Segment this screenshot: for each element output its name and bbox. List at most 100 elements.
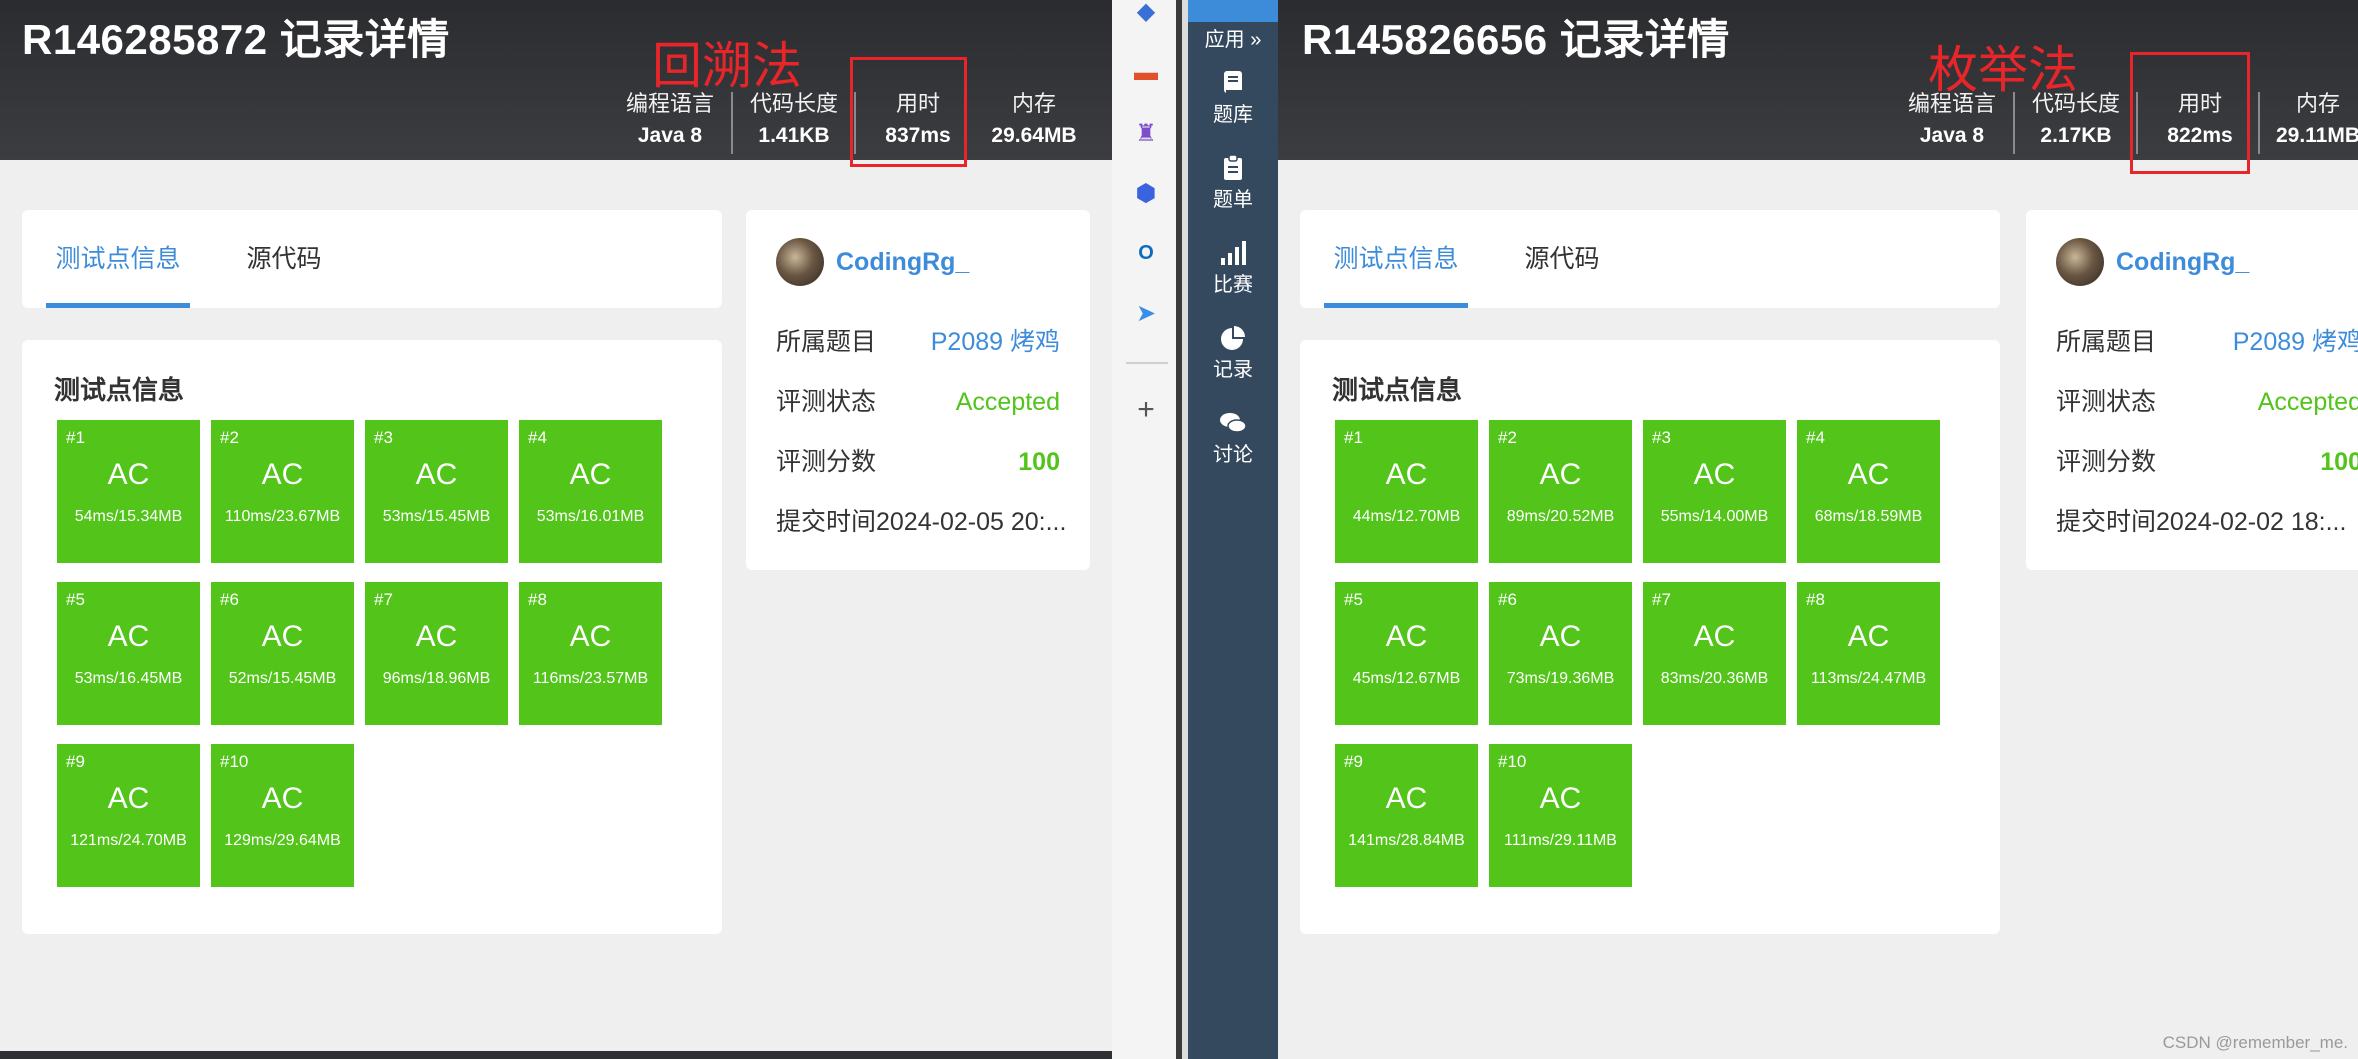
problem-link[interactable]: P2089 烤鸡 [931,322,1060,362]
test-point-tile[interactable]: #3 AC 53ms/15.45MB [365,420,508,563]
test-point-tile[interactable]: #8 AC 116ms/23.57MB [519,582,662,725]
sidebar-item-discuss[interactable]: 讨论 [1188,410,1278,470]
test-point-time-memory: 44ms/12.70MB [1352,508,1461,525]
test-point-number: #5 [66,590,85,609]
test-point-status: AC [1539,458,1582,491]
send-icon[interactable]: ➤ [1131,298,1161,328]
tag-icon[interactable]: ◆ [1131,0,1161,26]
test-point-tile[interactable]: #6 AC 52ms/15.45MB [211,582,354,725]
sidebar-item-records[interactable]: 记录 [1188,325,1278,385]
add-icon[interactable]: + [1131,392,1161,428]
stat-value: Java 8 [637,124,703,147]
tab-source-code[interactable]: 源代码 [1500,210,1624,308]
test-point-tile[interactable]: #4 AC 68ms/18.59MB [1797,420,1940,563]
username-link[interactable]: CodingRg_ [2116,248,2249,277]
test-point-status: AC [107,782,150,815]
test-point-number: #4 [528,428,547,447]
test-point-time-memory: 89ms/20.52MB [1506,508,1615,525]
test-point-time-memory: 53ms/15.45MB [382,508,491,525]
test-point-number: #6 [1498,590,1517,609]
problem-link[interactable]: P2089 烤鸡 [2233,322,2358,362]
test-point-status: AC [1385,458,1428,491]
test-point-number: #10 [220,752,249,771]
submit-time-row: 提交时间2024-02-05 20:... [776,502,1066,542]
test-point-time-memory: 141ms/28.84MB [1348,832,1465,849]
test-point-number: #9 [1344,752,1363,771]
test-point-time-memory: 55ms/14.00MB [1660,508,1769,525]
test-point-tile[interactable]: #9 AC 121ms/24.70MB [57,744,200,887]
pie-chart-icon [1219,325,1247,355]
book-icon [1219,70,1247,100]
signal-bars-icon [1219,240,1247,270]
test-point-status: AC [107,620,150,653]
sidebar-item-label: 比赛 [1213,274,1253,296]
problem-label: 所属题目 [2056,328,2157,356]
sidebar-item-problem-lists[interactable]: 题单 [1188,154,1278,215]
copilot-icon[interactable]: ⬢ [1131,178,1161,208]
test-point-tile[interactable]: #1 AC 44ms/12.70MB [1335,420,1478,563]
tab-bar: 测试点信息 源代码 [1300,210,2000,308]
submit-time-text: 提交时间2024-02-02 18:... [2056,508,2347,536]
tab-test-points[interactable]: 测试点信息 [46,210,190,308]
test-point-status: AC [1539,620,1582,653]
test-point-status: AC [261,620,304,653]
test-point-status: AC [1847,458,1890,491]
test-point-tile[interactable]: #1 AC 54ms/15.34MB [57,420,200,563]
sidebar-item-contests[interactable]: 比赛 [1188,240,1278,300]
test-point-time-memory: 113ms/24.47MB [1810,670,1927,687]
score-row: 评测分数 100 [2056,442,2358,482]
test-point-number: #8 [1806,590,1825,609]
test-point-tile[interactable]: #7 AC 96ms/18.96MB [365,582,508,725]
test-point-number: #2 [1498,428,1517,447]
sidebar-item-label: 讨论 [1213,444,1253,466]
test-point-time-memory: 45ms/12.67MB [1352,670,1461,687]
test-point-tile[interactable]: #6 AC 73ms/19.36MB [1489,582,1632,725]
app-menu-toggle[interactable]: 应用 » [1188,24,1278,56]
status-value: Accepted [955,388,1060,416]
stat-language: 编程语言 Java 8 [610,88,730,152]
stat-divider [2013,92,2015,154]
outlook-icon[interactable]: O [1131,238,1161,268]
stat-label: 内存 [2295,91,2340,116]
test-point-tile[interactable]: #10 AC 111ms/29.11MB [1489,744,1632,887]
test-point-tile[interactable]: #5 AC 53ms/16.45MB [57,582,200,725]
status-row: 评测状态 Accepted [2056,382,2358,422]
test-point-time-memory: 54ms/15.34MB [74,508,183,525]
tab-source-code[interactable]: 源代码 [222,210,346,308]
chess-icon[interactable]: ♜ [1131,118,1161,148]
avatar[interactable] [776,238,824,286]
status-row: 评测状态 Accepted [776,382,1060,422]
stat-label: 代码长度 [2031,91,2120,116]
toolbox-icon[interactable]: ▬ [1131,58,1161,88]
problem-row: 所属题目 P2089 烤鸡 [776,322,1060,362]
test-point-tile[interactable]: #3 AC 55ms/14.00MB [1643,420,1786,563]
test-point-time-memory: 110ms/23.67MB [224,508,341,525]
test-point-number: #5 [1344,590,1363,609]
stat-code-length: 代码长度 2.17KB [2016,88,2136,152]
stat-memory: 内存 29.11MB [2258,88,2358,152]
test-point-tile[interactable]: #2 AC 110ms/23.67MB [211,420,354,563]
test-point-tile[interactable]: #4 AC 53ms/16.01MB [519,420,662,563]
test-point-status: AC [569,458,612,491]
avatar[interactable] [2056,238,2104,286]
test-point-number: #4 [1806,428,1825,447]
test-point-number: #1 [1344,428,1363,447]
test-point-status: AC [1539,782,1582,815]
test-point-status: AC [1385,782,1428,815]
test-point-number: #7 [1652,590,1671,609]
test-point-number: #7 [374,590,393,609]
test-point-tile[interactable]: #9 AC 141ms/28.84MB [1335,744,1478,887]
test-point-number: #6 [220,590,239,609]
test-point-tile[interactable]: #2 AC 89ms/20.52MB [1489,420,1632,563]
test-point-status: AC [1385,620,1428,653]
test-point-tile[interactable]: #8 AC 113ms/24.47MB [1797,582,1940,725]
chat-bubbles-icon [1219,410,1247,440]
tab-test-points[interactable]: 测试点信息 [1324,210,1468,308]
test-point-status: AC [261,458,304,491]
test-point-tile[interactable]: #10 AC 129ms/29.64MB [211,744,354,887]
test-point-tile[interactable]: #7 AC 83ms/20.36MB [1643,582,1786,725]
sidebar-item-problems[interactable]: 题库 [1188,70,1278,130]
test-point-tile[interactable]: #5 AC 45ms/12.67MB [1335,582,1478,725]
username-link[interactable]: CodingRg_ [836,248,969,277]
record-header: R145826656 记录详情 枚举法 编程语言 Java 8 代码长度 2.1… [1278,0,2358,174]
